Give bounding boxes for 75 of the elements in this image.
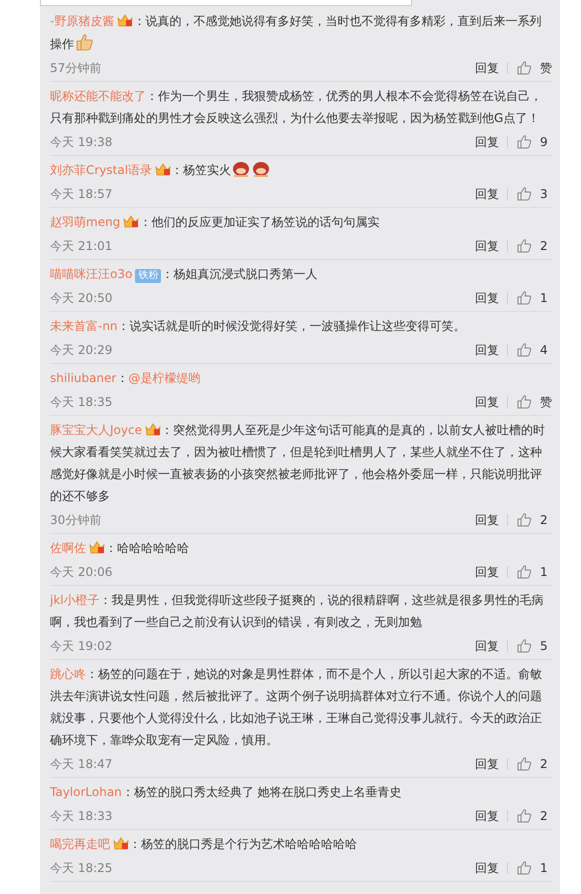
reply-link[interactable]: 回复 <box>475 238 499 254</box>
comment-time: 今天 20:50 <box>50 290 112 306</box>
crown-icon <box>123 214 140 228</box>
comment-text: 昵称还能不能改了：作为一个男生，我狠赞成杨笠，优秀的男人根本不会觉得杨笠在说自己，只有那种戳到痛处的男性才会反映这么强烈，为什么他要去举报呢，因为杨笠戳到他G点了！ <box>50 88 543 127</box>
reply-link[interactable]: 回复 <box>475 186 499 202</box>
comment-text: shiliubaner：@是柠檬缇哟 <box>50 370 202 387</box>
comment-time: 今天 21:01 <box>50 238 112 254</box>
comment-text: 佐啊佐 ：哈哈哈哈哈哈 <box>50 539 190 557</box>
comment-text: 刘亦菲Crystal语录 ：杨笠实火 <box>50 159 552 181</box>
comment-time: 今天 20:29 <box>50 342 112 358</box>
thumbs-up-icon[interactable] <box>516 756 532 772</box>
reply-link[interactable]: 回复 <box>475 60 499 76</box>
comment-time: 今天 19:38 <box>50 134 112 150</box>
thumbs-up-icon[interactable] <box>516 186 532 202</box>
thumbs-up-icon[interactable] <box>516 290 532 306</box>
comment-text: 跳心咚：杨笠的问题在于，她说的对象是男性群体，而不是个人，所以引起大家的不适。俞敏洪去年演讲说女性问题，然后被批评了。这两个例子说明搞群体对立行不通。你说个人的问题就没事，只要他个人觉得没什么，比如池子说王琳，王琳自己觉得没事儿就行。今天的政治正确环境下，靠哗众取宠有一定风险，慎用。 <box>50 666 543 749</box>
like-count[interactable]: 2 <box>540 513 552 527</box>
like-count[interactable]: 赞 <box>540 60 552 76</box>
emoji-face-icon <box>251 160 272 178</box>
comment-text: 喵喵咪汪汪o3o 铁粉 ：杨姐真沉浸式脱口秀第一人 <box>50 266 318 285</box>
thumbs-up-icon[interactable] <box>516 238 532 254</box>
like-count[interactable]: 3 <box>540 187 552 201</box>
comment-time: 30分钟前 <box>50 512 102 528</box>
reply-link[interactable]: 回复 <box>475 638 499 654</box>
like-count[interactable]: 2 <box>540 809 552 823</box>
like-count[interactable]: 1 <box>540 291 552 305</box>
comment-text: 未来首富-nn：说实话就是听的时候没觉得好笑，一波骚操作让这些变得可笑。 <box>50 318 467 335</box>
like-count[interactable]: 2 <box>540 239 552 253</box>
thumbs-up-icon[interactable] <box>516 134 532 150</box>
like-count[interactable]: 5 <box>540 639 552 653</box>
like-count[interactable]: 1 <box>540 565 552 579</box>
comment-text: jkl小橙子：我是男性，但我觉得听这些段子挺爽的，说的很精辟啊，这些就是很多男性的毛病啊，我也看到了一些自己之前没有认识到的错误，有则改之，无则加勉 <box>50 592 545 631</box>
comment-text: -野原猪皮酱 ：说真的，不感觉她说得有多好笑，当时也不觉得有多精彩，直到后来一系列操作 <box>50 12 542 54</box>
comment-time: 今天 18:25 <box>50 860 112 876</box>
reply-link[interactable]: 回复 <box>475 756 499 772</box>
reply-link[interactable]: 回复 <box>475 564 499 580</box>
thumbs-up-icon[interactable] <box>516 512 532 528</box>
like-count[interactable]: 赞 <box>540 394 552 410</box>
thumbs-up-icon[interactable] <box>516 638 532 654</box>
comment-time: 今天 18:47 <box>50 756 112 772</box>
comment-time: 今天 20:06 <box>50 564 112 580</box>
thumbs-up-icon[interactable] <box>516 808 532 824</box>
thumbs-up-icon[interactable] <box>516 60 532 76</box>
thumbs-up-icon[interactable] <box>516 394 532 410</box>
crown-icon <box>113 836 129 850</box>
comment-text: 赵羽萌meng ：他们的反应更加证实了杨笠说的话句句属实 <box>50 213 380 231</box>
thumbs-up-icon[interactable] <box>516 564 532 580</box>
reply-link[interactable]: 回复 <box>475 860 499 876</box>
crown-icon <box>155 162 172 176</box>
comment-time: 今天 18:35 <box>50 394 112 410</box>
comment-time: 今天 18:33 <box>50 808 112 824</box>
reply-link[interactable]: 回复 <box>475 512 499 528</box>
thumbs-up-icon[interactable] <box>516 860 532 876</box>
comment-text: 豚宝宝大人Joyce ：突然觉得男人至死是少年这句话可能真的是真的，以前女人被吐槽的时候大家看看笑笑就过去了，因为被吐槽惯了，但是轮到吐槽男人了，某些人就坐不住了，这种感觉好像就是小时候一直被表扬的小孩突然被老师批评了，他会格外委屈一样，只能说明批评的还不够多 <box>50 421 546 505</box>
comment-time: 今天 18:57 <box>50 186 112 202</box>
like-count[interactable]: 9 <box>540 135 552 149</box>
comment-time: 今天 19:02 <box>50 638 112 654</box>
comment-time: 57分钟前 <box>50 60 102 76</box>
reply-link[interactable]: 回复 <box>475 134 499 150</box>
like-count[interactable]: 2 <box>540 757 552 771</box>
reply-link[interactable]: 回复 <box>475 290 499 306</box>
fan-tag: 铁粉 <box>135 269 162 283</box>
comment-text: TaylorLohan：杨笠的脱口秀太经典了 她将在脱口秀史上名垂青史 <box>50 784 403 801</box>
emoji-face-icon <box>231 160 252 178</box>
crown-icon <box>144 422 161 436</box>
like-count[interactable]: 4 <box>540 343 552 357</box>
thumbs-up-icon[interactable] <box>516 342 532 358</box>
crown-icon <box>89 540 105 554</box>
reply-link[interactable]: 回复 <box>475 342 499 358</box>
like-count[interactable]: 1 <box>540 861 552 875</box>
comment-text: 喝完再走吧 ：杨笠的脱口秀是个行为艺术哈哈哈哈哈哈 <box>50 835 358 853</box>
reply-link[interactable]: 回复 <box>475 808 499 824</box>
crown-icon <box>117 13 134 27</box>
thumbs-up-icon <box>74 32 94 52</box>
reply-link[interactable]: 回复 <box>475 394 499 410</box>
